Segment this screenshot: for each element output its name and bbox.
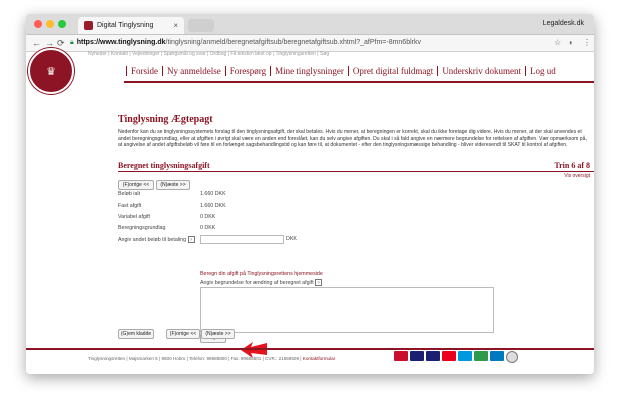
other-amount-label: Angiv andet beløb til betaling ? [118, 236, 195, 243]
nav-ny-anmeldelse[interactable]: Ny anmeldelse [162, 66, 225, 76]
visa-electron-icon [426, 351, 440, 361]
section-title: Beregnet tinglysningsafgift [118, 161, 210, 170]
footer: Tinglysningsretten | Majsmarken 5 | 9500… [88, 356, 335, 361]
close-window-button[interactable] [34, 20, 42, 28]
tab-bar: Digital Tinglysning × Legaldesk.dk [26, 14, 594, 35]
help-icon[interactable]: ? [315, 279, 323, 286]
dankort-icon [394, 351, 408, 361]
contact-link[interactable]: Kontaktformular [303, 356, 335, 361]
menu-icon[interactable]: ⋮ [583, 35, 591, 51]
calc-link[interactable]: Beregn din afgift på Tinglysningsrettens… [200, 271, 323, 277]
reason-label-text: Angiv begrundelse for ændring af beregne… [200, 280, 314, 286]
cvr-icon [506, 351, 518, 363]
new-tab-button[interactable] [188, 19, 214, 32]
address-bar: ← → ⟳ 🔒︎ https://www.tinglysning.dk/tingl… [26, 35, 594, 52]
diners-icon [490, 351, 504, 361]
top-links[interactable]: Nyheder | Kontakt | Vejledninger | Spørg… [88, 51, 329, 57]
url-host: https://www.tinglysning.dk [76, 39, 166, 46]
reason-label: Angiv begrundelse for ændring af beregne… [200, 279, 323, 286]
help-icon[interactable]: ? [187, 236, 195, 243]
mastercard-icon [442, 351, 456, 361]
step-indicator: Trin 6 af 8 [554, 161, 590, 170]
row-label-fast-afgift: Fast afgift [118, 203, 142, 209]
nav-opret-digital-fuldmagt[interactable]: Opret digital fuldmagt [347, 66, 438, 76]
reason-textarea[interactable] [200, 287, 494, 333]
footer-text: Tinglysningsretten | Majsmarken 5 | 9500… [88, 356, 302, 361]
visa-icon [410, 351, 424, 361]
prev-button-top[interactable]: (F)orrige << [118, 180, 154, 190]
lock-icon: 🔒︎ [70, 39, 74, 46]
extension-icon[interactable]: ◐ [569, 35, 574, 51]
section-divider [118, 171, 594, 172]
page-title: Tinglysning Ægtepagt [118, 114, 213, 125]
other-amount-label-text: Angiv andet beløb til betaling [118, 237, 187, 243]
row-value-fast-afgift: 1.660 DKK [200, 203, 226, 209]
browser-tab[interactable]: Digital Tinglysning × [78, 17, 184, 34]
row-label-variabel-afgift: Variabel afgift [118, 214, 150, 220]
maestro-icon [458, 351, 472, 361]
nav-foresporg[interactable]: Forespørg [224, 66, 271, 76]
footer-divider [26, 348, 594, 350]
row-value-variabel-afgift: 0 DKK [200, 214, 216, 220]
other-amount-input[interactable] [200, 235, 284, 244]
star-icon[interactable]: ☆ [554, 35, 561, 51]
tab-title: Digital Tinglysning [97, 22, 154, 29]
zoom-window-button[interactable] [58, 20, 66, 28]
url-path: /tinglysning/anmeld/beregnetafgiftsub/be… [165, 39, 421, 46]
nav-divider [124, 81, 594, 83]
next-button-bottom[interactable]: (N)æste >> [201, 329, 235, 339]
overview-link[interactable]: Vis oversigt [564, 173, 590, 179]
save-draft-button[interactable]: (G)em kladde [118, 329, 154, 339]
currency-label: DKK [286, 236, 297, 242]
favicon [84, 21, 93, 30]
back-arrow-icon[interactable]: ← [32, 35, 41, 51]
nav-mine-tinglysninger[interactable]: Mine tinglysninger [270, 66, 348, 76]
page-content: ♛ Nyheder | Kontakt | Vejledninger | Spø… [26, 48, 594, 374]
row-value-belob-ialt: 1.660 DKK [200, 191, 226, 197]
url-field[interactable]: 🔒︎ https://www.tinglysning.dk/tinglysning… [70, 37, 540, 49]
row-label-belob-ialt: Beløb ialt [118, 191, 141, 197]
row-label-beregningsgrundlag: Beregningsgrundlag [118, 225, 166, 231]
prev-button-bottom[interactable]: (F)orrige << [166, 329, 200, 339]
close-tab-icon[interactable]: × [173, 17, 178, 34]
nav-underskriv-dokument[interactable]: Underskriv dokument [437, 66, 526, 76]
site-logo[interactable]: ♛ [28, 48, 74, 94]
nav-log-ud[interactable]: Log ud [525, 66, 560, 76]
row-value-beregningsgrundlag: 0 DKK [200, 225, 216, 231]
minimize-window-button[interactable] [46, 20, 54, 28]
next-button-top[interactable]: (N)æste >> [156, 180, 190, 190]
nav-forside[interactable]: Forside [126, 66, 162, 76]
profile-name[interactable]: Legaldesk.dk [543, 17, 584, 31]
intro-text: Nedenfor kan du se tinglysningssystemets… [118, 129, 587, 149]
jcb-icon [474, 351, 488, 361]
browser-window: Digital Tinglysning × Legaldesk.dk ← → ⟳… [26, 14, 594, 374]
main-navigation: Forside Ny anmeldelse Forespørg Mine tingly… [126, 66, 560, 80]
